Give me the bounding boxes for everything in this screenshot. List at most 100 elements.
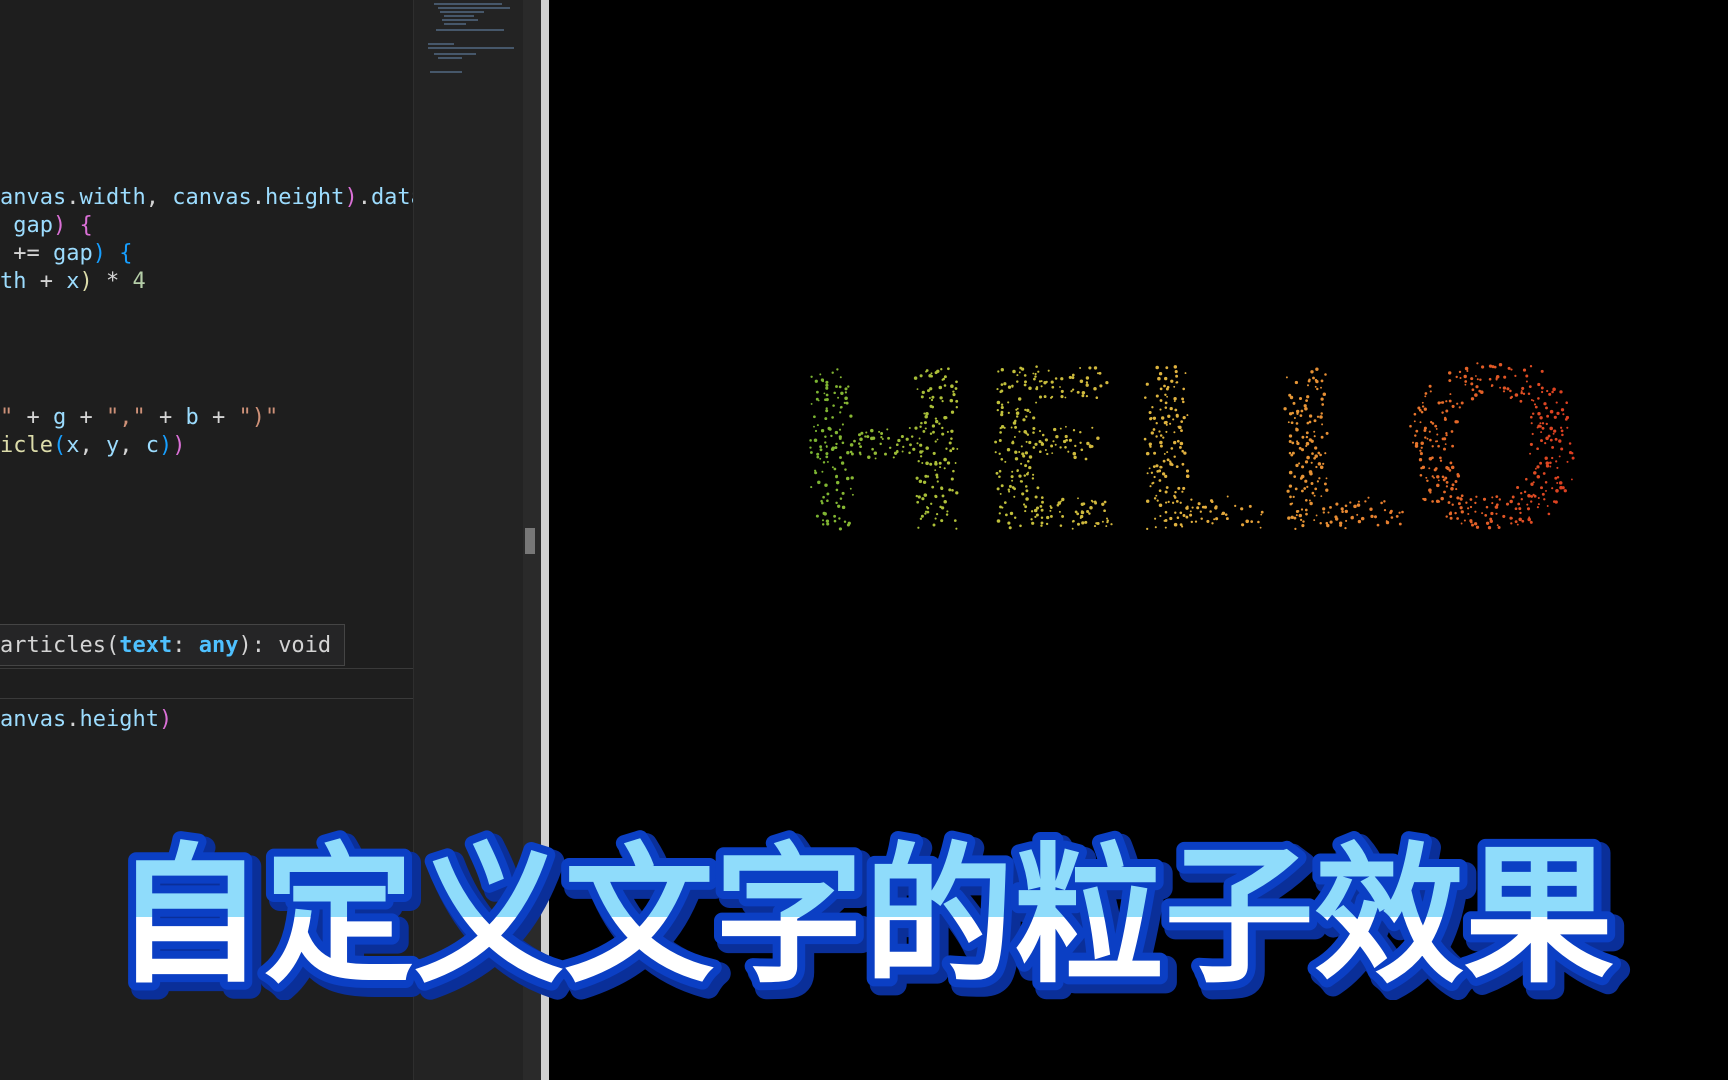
particle: [930, 398, 934, 402]
particle: [922, 429, 926, 433]
particle: [1505, 502, 1510, 506]
particle: [1476, 378, 1479, 381]
particle: [1049, 505, 1052, 508]
particle: [1185, 469, 1190, 473]
particle: [918, 437, 921, 440]
particle: [1296, 441, 1300, 446]
particle: [1443, 417, 1447, 421]
particle: [1527, 392, 1531, 396]
particle: [996, 519, 1001, 523]
particle: [1318, 477, 1321, 480]
particle: [1150, 431, 1154, 435]
particle: [1105, 525, 1108, 528]
particle: [1449, 461, 1453, 465]
particle: [1529, 452, 1532, 455]
particle: [835, 488, 839, 492]
particle: [1341, 510, 1344, 513]
particle: [814, 471, 817, 474]
particle: [1023, 474, 1027, 477]
particle: [1311, 491, 1315, 495]
particle: [1049, 514, 1053, 518]
particle: [1316, 415, 1320, 418]
particle: [1285, 376, 1288, 379]
particle: [839, 376, 842, 379]
particle: [1349, 501, 1352, 504]
particle: [1445, 481, 1449, 484]
particle: [1551, 445, 1555, 449]
particle: [1153, 451, 1157, 455]
particle: [1181, 490, 1184, 493]
code-token: {: [119, 241, 133, 266]
particle: [1085, 383, 1089, 387]
particle: [1428, 430, 1431, 433]
particle: [934, 417, 938, 420]
particle: [1011, 470, 1014, 473]
particle: [1182, 514, 1186, 517]
particle: [1161, 472, 1166, 476]
particle: [845, 476, 850, 481]
particle: [1419, 421, 1422, 424]
particle: [1458, 370, 1462, 374]
particle: [1080, 502, 1084, 506]
particle: [1080, 448, 1084, 452]
particle: [1305, 441, 1310, 446]
scrollbar-thumb[interactable]: [525, 528, 535, 554]
particle: [1145, 382, 1149, 386]
particle: [1007, 385, 1012, 389]
particle: [921, 497, 925, 501]
particle: [1173, 522, 1178, 527]
particle: [940, 486, 944, 491]
particle: [825, 380, 829, 384]
code-line: += gap) {: [0, 240, 132, 268]
particle: [1440, 496, 1444, 501]
particle: [914, 426, 918, 430]
particle: [1470, 382, 1474, 386]
particle: [1556, 482, 1559, 484]
particle: [1199, 510, 1202, 513]
particle: [1287, 421, 1290, 424]
particle: [1158, 503, 1163, 507]
particle: [1456, 496, 1460, 500]
particle: [1174, 408, 1178, 412]
particle: [1103, 509, 1106, 513]
particle: [1047, 369, 1050, 372]
particle: [1088, 444, 1093, 449]
particle: [1312, 376, 1315, 380]
particle: [814, 429, 818, 433]
particle: [931, 405, 935, 409]
particle-group: [809, 362, 1575, 531]
particle: [1428, 384, 1432, 388]
particle: [1143, 437, 1147, 441]
particle: [950, 410, 955, 414]
particle: [1179, 511, 1183, 515]
particle: [1000, 484, 1004, 488]
particle: [895, 443, 899, 447]
particle: [1162, 459, 1166, 463]
particle: [1177, 486, 1181, 490]
particle: [1024, 451, 1029, 455]
particle: [1543, 402, 1547, 406]
particle: [1152, 465, 1156, 468]
particle: [1148, 467, 1151, 470]
particle: [1470, 520, 1473, 524]
particle: [1485, 505, 1489, 509]
particle: [1555, 489, 1559, 493]
particle: [1051, 385, 1055, 389]
particle: [1390, 516, 1394, 519]
particle: [1034, 372, 1037, 376]
particle: [1096, 521, 1100, 526]
particle: [1088, 512, 1091, 515]
particle: [1234, 504, 1237, 507]
particle: [834, 430, 839, 435]
particle: [1152, 428, 1156, 431]
particle: [1523, 490, 1527, 494]
particle: [1298, 462, 1301, 465]
particle: [1036, 486, 1040, 490]
particle: [867, 455, 871, 460]
particle: [1540, 390, 1544, 394]
particle: [1044, 449, 1047, 451]
particle: [896, 449, 899, 453]
particle: [938, 422, 941, 425]
particle: [1313, 430, 1316, 433]
particle: [1409, 424, 1412, 428]
